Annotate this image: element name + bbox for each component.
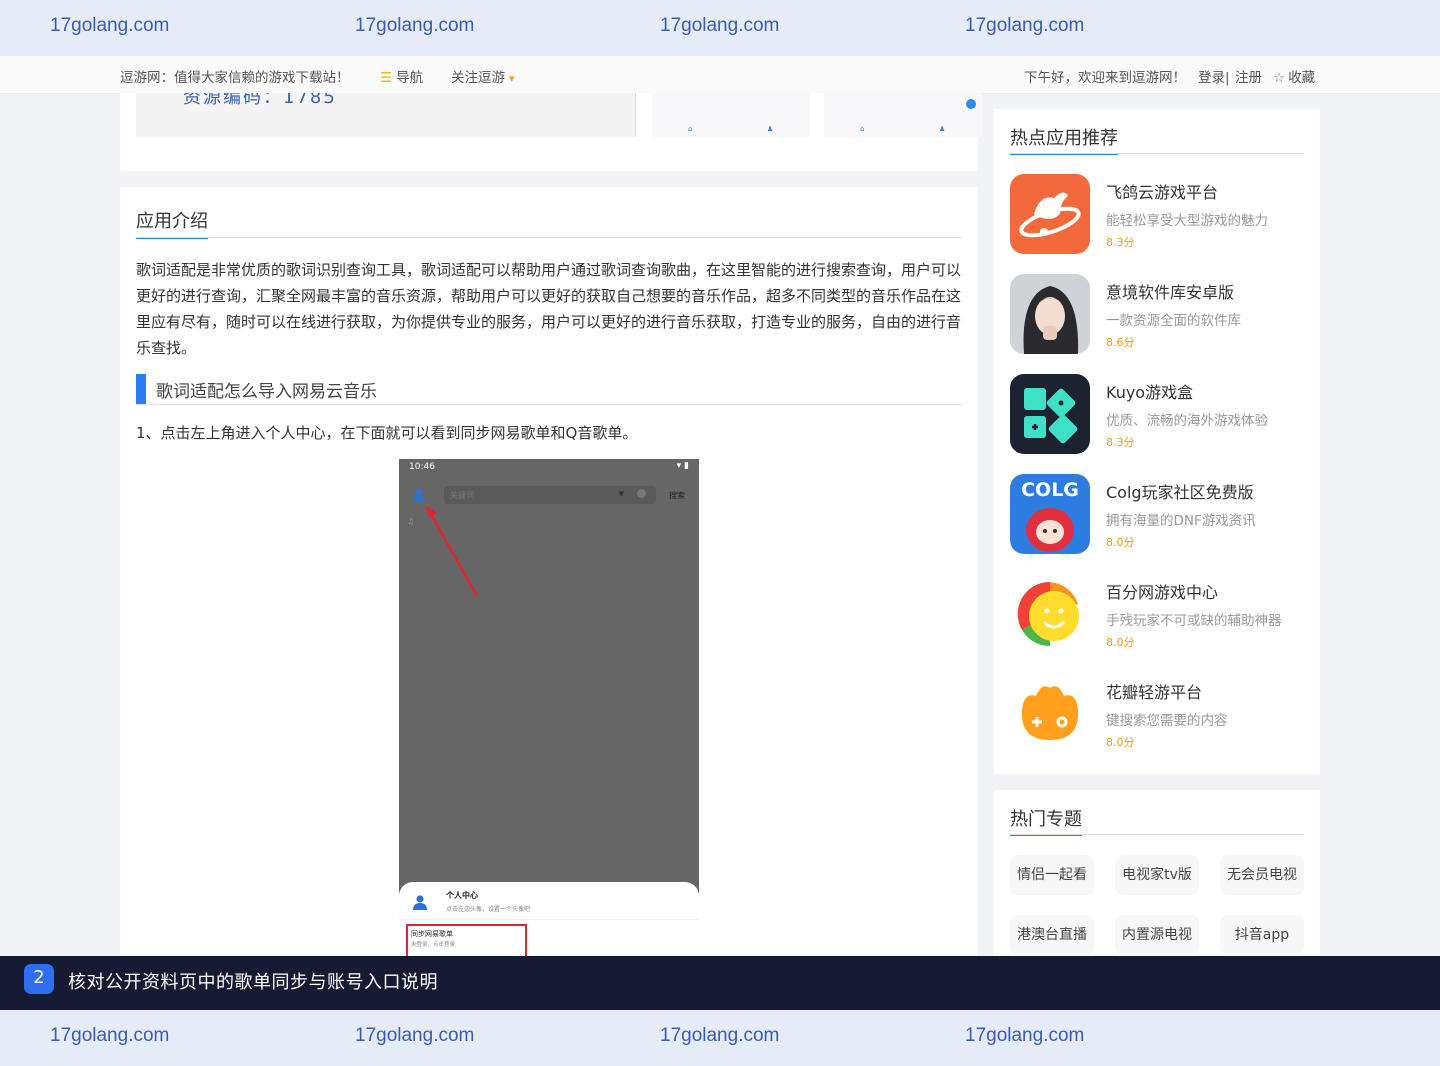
app-tab-icon: ⌂ bbox=[860, 125, 865, 133]
watermark-bar-top: 17golang.com 17golang.com 17golang.com 1… bbox=[0, 0, 1440, 56]
app-name: 百分网游戏中心 bbox=[1106, 583, 1219, 602]
yijing-app-icon bbox=[1010, 274, 1090, 354]
app-name: Kuyo游戏盒 bbox=[1106, 383, 1194, 402]
download-info-card: 资源编码：1785 ⌂ ♟ ⌂ ♟ bbox=[120, 93, 982, 171]
nav-menu-label: 导航 bbox=[396, 70, 424, 86]
huaban-app-icon bbox=[1010, 674, 1090, 754]
personal-center-title: 个人中心 bbox=[446, 891, 478, 900]
topic-tag[interactable]: 港澳台直播 bbox=[1010, 915, 1094, 955]
task-banner: 2 核对公开资料页中的歌单同步与账号入口说明 bbox=[0, 956, 1440, 1010]
app-score: 8.6分 bbox=[1106, 336, 1135, 349]
divider bbox=[1010, 153, 1304, 154]
subheading-text: 歌词适配怎么导入网易云音乐 bbox=[156, 382, 377, 402]
sync-netease-sub: 未登录，点击登录 bbox=[411, 942, 456, 948]
app-intro-card: 应用介绍 歌词适配是非常优质的歌词识别查询工具，歌词适配可以帮助用户通过歌词查询… bbox=[120, 187, 978, 967]
hot-app-item[interactable]: 飞鸽云游戏平台 能轻松享受大型游戏的魅力 8.3分 bbox=[1010, 174, 1310, 254]
topic-tag[interactable]: 无会员电视 bbox=[1220, 855, 1304, 895]
divider bbox=[399, 919, 699, 920]
hot-app-item[interactable]: 花瓣轻游平台 键搜索您需要的内容 8.0分 bbox=[1010, 674, 1310, 754]
user-avatar-icon bbox=[413, 895, 427, 910]
watermark-text: 17golang.com bbox=[660, 1025, 780, 1046]
app-score: 8.0分 bbox=[1106, 636, 1135, 649]
watermark-text: 17golang.com bbox=[50, 15, 170, 36]
watermark-text: 17golang.com bbox=[660, 15, 780, 36]
hot-apps-title: 热点应用推荐 bbox=[1010, 124, 1118, 155]
feige-app-icon bbox=[1010, 174, 1090, 254]
hot-apps-card: 热点应用推荐 飞鸽云游戏平台 能轻松享受大型游戏的魅力 8.3分 意境软件库安卓… bbox=[994, 109, 1320, 774]
watermark-bar-bottom: 17golang.com 17golang.com 17golang.com 1… bbox=[0, 1010, 1440, 1066]
intro-paragraph: 歌词适配是非常优质的歌词识别查询工具，歌词适配可以帮助用户通过歌词查询歌曲，在这… bbox=[136, 261, 962, 357]
star-icon: ☆ bbox=[1273, 70, 1286, 86]
phone-bottom-sheet: 个人中心 点击左边头像，设置一个头像吧 同步网易歌单 未登录，点击登录 bbox=[399, 882, 699, 959]
login-link[interactable]: 登录| bbox=[1198, 66, 1230, 86]
app-name: 花瓣轻游平台 bbox=[1106, 683, 1203, 702]
app-name: Colg玩家社区免费版 bbox=[1106, 483, 1254, 502]
colg-app-icon: COLG bbox=[1010, 474, 1090, 554]
watermark-text: 17golang.com bbox=[355, 1025, 475, 1046]
watermark-text: 17golang.com bbox=[965, 1025, 1085, 1046]
colg-logo-text: COLG bbox=[1021, 479, 1079, 501]
app-score: 8.3分 bbox=[1106, 436, 1135, 449]
tutorial-screenshot: 10:46 ▾ ▮ 关键词 ▼ 搜索 ♫ 个人中心 点击左边头像，设置一个头像吧 bbox=[399, 459, 699, 959]
topic-tag[interactable]: 内置源电视 bbox=[1115, 915, 1199, 955]
follow-label: 关注逗游 bbox=[451, 70, 505, 86]
subheading: 歌词适配怎么导入网易云音乐 bbox=[136, 374, 962, 405]
hot-app-item[interactable]: 意境软件库安卓版 一款资源全面的软件库 8.6分 bbox=[1010, 274, 1310, 354]
app-name: 意境软件库安卓版 bbox=[1106, 283, 1235, 302]
app-name: 飞鸽云游戏平台 bbox=[1106, 183, 1219, 202]
chevron-down-icon: ▾ bbox=[509, 72, 515, 85]
watermark-text: 17golang.com bbox=[965, 15, 1085, 36]
section-title: 应用介绍 bbox=[136, 207, 208, 239]
screenshot-thumb[interactable]: ⌂ ♟ bbox=[824, 93, 982, 137]
topic-tag[interactable]: 抖音app bbox=[1220, 915, 1304, 955]
step-text: 1、点击左上角进入个人中心，在下面就可以看到同步网易歌单和Q音歌单。 bbox=[136, 424, 638, 442]
menu-icon: ☰ bbox=[380, 70, 393, 86]
app-desc: 优质、流畅的海外游戏体验 bbox=[1106, 413, 1268, 429]
app-desc: 键搜索您需要的内容 bbox=[1106, 713, 1228, 729]
register-link[interactable]: 注册 bbox=[1235, 66, 1262, 86]
badge-icon bbox=[966, 99, 976, 109]
resource-code-text: 资源编码：1785 bbox=[183, 93, 337, 108]
subheading-bar bbox=[136, 374, 146, 404]
topic-tag[interactable]: 情侣一起看 bbox=[1010, 855, 1094, 895]
hot-app-item[interactable]: Kuyo游戏盒 优质、流畅的海外游戏体验 8.3分 bbox=[1010, 374, 1310, 454]
favorite-button[interactable]: ☆ 收藏 bbox=[1273, 66, 1315, 86]
app-tab-icon: ⌂ bbox=[688, 125, 693, 133]
task-number-badge: 2 bbox=[24, 964, 54, 994]
favorite-label: 收藏 bbox=[1288, 70, 1316, 86]
nav-menu-button[interactable]: ☰ 导航 bbox=[380, 66, 423, 86]
app-desc: 一款资源全面的软件库 bbox=[1106, 313, 1241, 329]
topic-tag[interactable]: 电视家tv版 bbox=[1115, 855, 1199, 895]
baifen-app-icon bbox=[1010, 574, 1090, 654]
top-nav: 逗游网：值得大家信赖的游戏下载站！ ☰ 导航 关注逗游 ▾ 下午好，欢迎来到逗游网！… bbox=[0, 56, 1440, 94]
divider bbox=[1010, 834, 1304, 835]
app-desc: 能轻松享受大型游戏的魅力 bbox=[1106, 213, 1268, 229]
resource-info-box: 资源编码：1785 bbox=[136, 93, 636, 137]
red-arrow-icon bbox=[425, 505, 479, 597]
hot-app-item[interactable]: COLG Colg玩家社区免费版 拥有海量的DNF游戏资讯 8.0分 bbox=[1010, 474, 1310, 554]
app-score: 8.0分 bbox=[1106, 536, 1135, 549]
kuyo-app-icon bbox=[1010, 374, 1090, 454]
app-tab-icon: ♟ bbox=[939, 125, 946, 133]
app-desc: 手残玩家不可或缺的辅助神器 bbox=[1106, 613, 1282, 629]
screenshot-thumb[interactable]: ⌂ ♟ bbox=[652, 93, 810, 137]
personal-center-sub: 点击左边头像，设置一个头像吧 bbox=[446, 906, 531, 913]
app-tab-icon: ♟ bbox=[767, 125, 774, 133]
app-desc: 拥有海量的DNF游戏资讯 bbox=[1106, 513, 1256, 529]
greeting-text: 下午好，欢迎来到逗游网！ bbox=[1024, 70, 1186, 86]
watermark-text: 17golang.com bbox=[355, 15, 475, 36]
site-slogan: 逗游网：值得大家信赖的游戏下载站！ bbox=[120, 70, 350, 86]
hot-app-item[interactable]: 百分网游戏中心 手残玩家不可或缺的辅助神器 8.0分 bbox=[1010, 574, 1310, 654]
divider bbox=[136, 237, 962, 238]
app-score: 8.3分 bbox=[1106, 236, 1135, 249]
task-banner-text: 核对公开资料页中的歌单同步与账号入口说明 bbox=[68, 972, 438, 993]
watermark-text: 17golang.com bbox=[50, 1025, 170, 1046]
hot-topics-title: 热门专题 bbox=[1010, 805, 1082, 836]
sync-netease-title: 同步网易歌单 bbox=[411, 930, 453, 938]
app-score: 8.0分 bbox=[1106, 736, 1135, 749]
follow-dropdown[interactable]: 关注逗游 ▾ bbox=[451, 66, 515, 86]
